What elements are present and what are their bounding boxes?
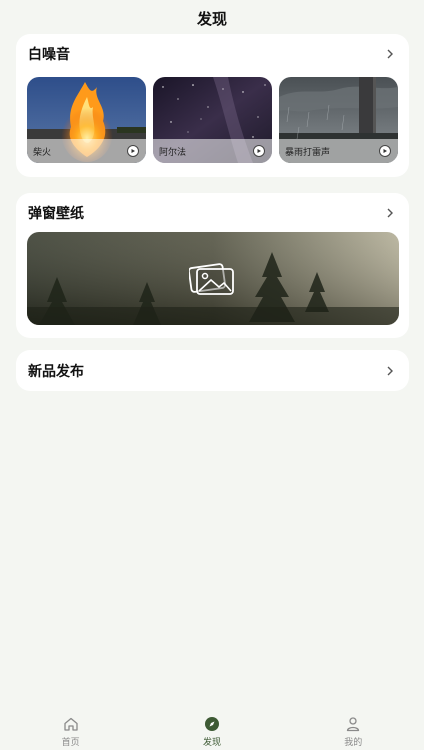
new-release-header[interactable]: 新品发布 [28, 359, 397, 383]
chevron-right-icon[interactable] [383, 206, 397, 220]
sound-tile-thunderstorm[interactable]: 暴雨打雷声 [279, 77, 398, 163]
popup-wallpaper-card: 弹窗壁纸 [16, 193, 409, 338]
tab-home[interactable]: 首页 [31, 711, 111, 750]
popup-wallpaper-header[interactable]: 弹窗壁纸 [28, 201, 397, 225]
tab-label: 我的 [344, 738, 363, 748]
wallpaper-banner[interactable] [27, 232, 399, 325]
white-noise-header[interactable]: 白噪音 [28, 42, 397, 66]
sound-tile-alpha[interactable]: 阿尔法 [153, 77, 272, 163]
tab-mine[interactable]: 我的 [313, 711, 393, 750]
white-noise-title: 白噪音 [28, 47, 70, 63]
white-noise-card: 白噪音 柴火 阿尔法 暴雨打雷声 [16, 34, 409, 177]
play-icon[interactable] [379, 145, 391, 157]
sound-label: 暴雨打雷声 [285, 147, 331, 158]
home-icon [62, 715, 80, 733]
page-title: 发现 [196, 10, 227, 28]
tab-label: 首页 [61, 738, 80, 748]
tab-label: 发现 [202, 738, 221, 748]
compass-icon [203, 715, 221, 733]
chevron-right-icon[interactable] [383, 364, 397, 378]
image-gallery-icon [189, 263, 234, 295]
chevron-right-icon[interactable] [383, 47, 397, 61]
play-icon[interactable] [253, 145, 265, 157]
play-icon[interactable] [127, 145, 139, 157]
popup-wallpaper-title: 弹窗壁纸 [28, 206, 84, 222]
sound-label: 阿尔法 [159, 147, 187, 158]
sound-label: 柴火 [33, 147, 52, 158]
new-release-title: 新品发布 [28, 364, 84, 380]
tab-discover[interactable]: 发现 [172, 711, 252, 750]
bottom-tab-bar: 首页 发现 我的 [0, 711, 424, 750]
sound-tile-bonfire[interactable]: 柴火 [27, 77, 146, 163]
new-release-card[interactable]: 新品发布 [16, 350, 409, 391]
user-icon [344, 715, 362, 733]
